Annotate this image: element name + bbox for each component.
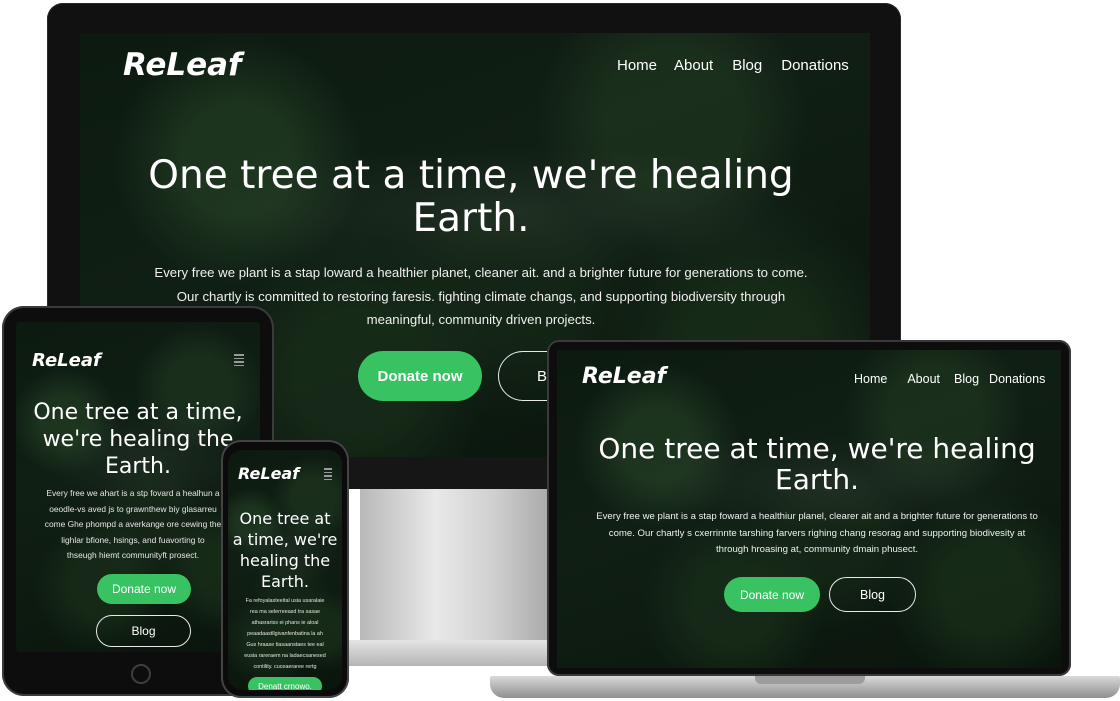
hero-title: One tree at a time, we're healing Earth. xyxy=(80,153,870,241)
hero-title-line-2: Earth. xyxy=(412,195,530,241)
tablet-blog-button[interactable]: Blog xyxy=(96,615,191,647)
laptop-notch xyxy=(755,676,865,684)
nav-home[interactable]: Home xyxy=(617,57,657,74)
hero-text-line-1: Every free we plant is a stap loward a h… xyxy=(154,265,808,280)
phone-text-line-3: athasrariss ei phans ie aloal xyxy=(251,620,319,626)
tablet-donate-button[interactable]: Donate now xyxy=(97,574,191,604)
phone-text-line-5: Gus hraase tiasaanstaes tee eal xyxy=(246,642,324,648)
tablet-text-line-1: Every free we ahart is a stp fovard a he… xyxy=(46,488,220,498)
nav-donations[interactable]: Donations xyxy=(781,57,849,74)
laptop-nav-home[interactable]: Home xyxy=(854,372,887,386)
tablet-hero-title-line-1: One tree at a time, xyxy=(33,400,243,425)
nav-blog[interactable]: Blog xyxy=(732,57,762,74)
phone-hero-description: Fa refoyalasteeital usia usaralaie rea m… xyxy=(232,596,338,673)
tablet-hero-description: Every free we ahart is a stp fovard a he… xyxy=(26,486,240,564)
tablet-text-line-4: lighlar bfione, hsings, and fuavorting t… xyxy=(61,534,205,545)
laptop-nav-about[interactable]: About xyxy=(907,372,940,386)
laptop-hero-title-line-1: One tree at time, we're healing xyxy=(598,432,1036,465)
tablet-home-button[interactable] xyxy=(131,664,151,684)
phone-screen: ReLeaf One tree at a time, we're healing… xyxy=(228,450,342,690)
laptop-brand-logo[interactable]: ReLeaf xyxy=(582,364,666,389)
hero-title-line-1: One tree at a time, we're healing xyxy=(148,153,794,198)
phone-hero-title-line-4: Earth. xyxy=(261,572,309,592)
tablet-brand-logo[interactable]: ReLeaf xyxy=(32,350,101,371)
laptop-hero-title: One tree at time, we're healing Earth. xyxy=(565,432,1061,496)
laptop-hero-text-line-1: Every free we plant is a stap foward a h… xyxy=(596,511,1038,522)
phone-donate-button[interactable]: Denatt crnowo. xyxy=(248,677,322,690)
laptop-donate-button[interactable]: Donate now xyxy=(724,577,820,612)
laptop-hero-description: Every free we plant is a stap foward a h… xyxy=(557,509,1061,559)
laptop-nav: Home About Blog Donations xyxy=(854,372,1045,386)
phone-text-line-6: eusia rareraem na ladaecsanesed xyxy=(244,653,326,659)
laptop-hero-text-line-2: come. Our chartly s cxerrinnte tarshing … xyxy=(608,527,1026,539)
nav-about[interactable]: About xyxy=(674,57,713,74)
brand-logo[interactable]: ReLeaf xyxy=(123,47,242,83)
monitor-stand xyxy=(360,489,550,649)
laptop-screen: ReLeaf Home About Blog Donations One tre… xyxy=(557,350,1061,668)
phone-text-line-4: peaadaastllgivanfenbatina la ah xyxy=(247,631,323,637)
laptop-hero-text-line-3: through hroasing at, community dmain phu… xyxy=(715,544,919,555)
laptop-hero-title-line-2: Earth. xyxy=(775,462,859,496)
phone-hero-title-line-2: a time, we're xyxy=(232,530,338,550)
phone-text-line-2: rea ma selerreeasd tra sasae xyxy=(249,609,321,615)
phone-text-line-7: contility. cuceaeraree rertg xyxy=(253,664,317,670)
phone-hero-title-line-1: One tree at xyxy=(239,509,331,528)
tablet-text-line-2: oeodle-vs aved js to grawnthew biy glasa… xyxy=(49,503,217,514)
phone-text-line-1: Fa refoyalasteeital usia usaralaie xyxy=(245,598,325,604)
phone-hero-title: One tree at a time, we're healing the Ea… xyxy=(228,508,342,592)
donate-button[interactable]: Donate now xyxy=(358,351,482,401)
desktop-nav: Home About Blog Donations xyxy=(617,57,849,74)
hero-text-line-2: Our chartly is committed to restoring fa… xyxy=(176,288,786,304)
phone-brand-logo[interactable]: ReLeaf xyxy=(238,464,299,483)
laptop-nav-donations[interactable]: Donations xyxy=(989,372,1045,386)
laptop-blog-button[interactable]: Blog xyxy=(829,577,916,612)
laptop-nav-blog[interactable]: Blog xyxy=(954,372,979,386)
tablet-text-line-3: come Ghe phompd a averkange ore cewing t… xyxy=(44,519,222,529)
tablet-text-line-5: thseugh hiemt communityft prosect. xyxy=(66,550,200,560)
phone-hero-title-line-3: healing the xyxy=(239,551,331,571)
tablet-menu-icon[interactable] xyxy=(234,352,244,368)
phone-menu-icon[interactable] xyxy=(324,466,332,482)
